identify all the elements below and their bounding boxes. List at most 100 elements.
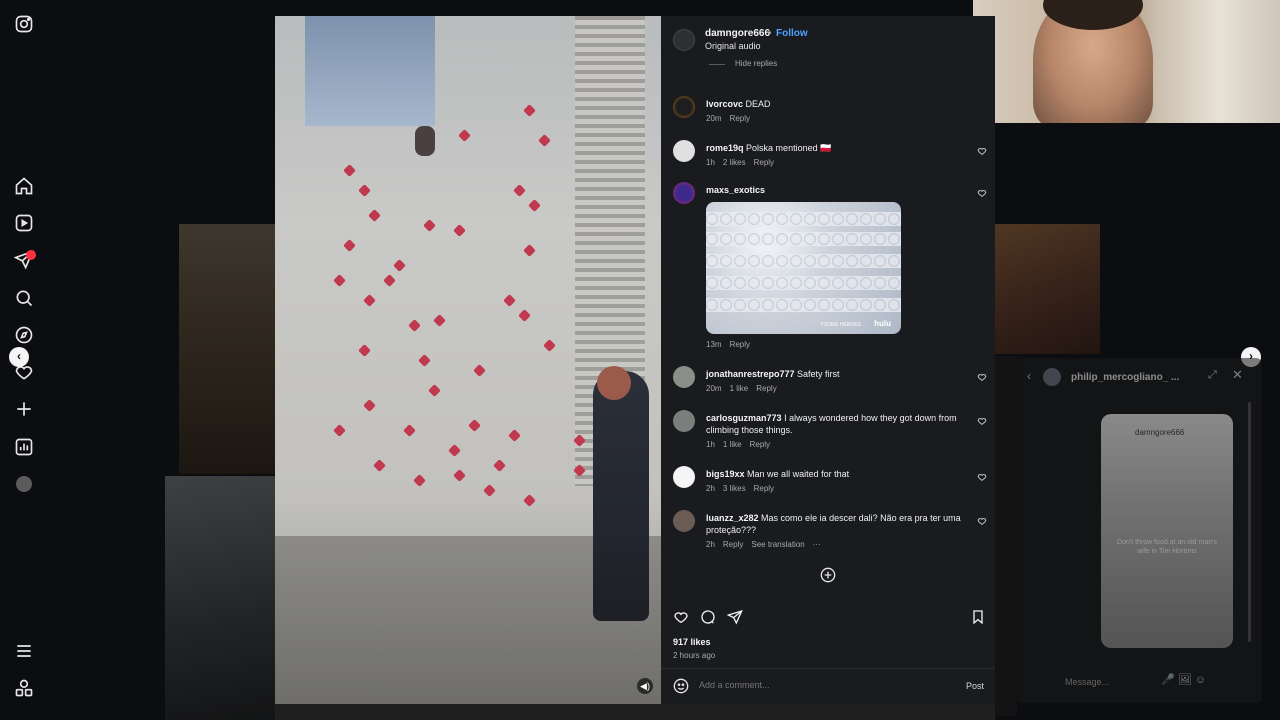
previous-post-button[interactable]: ‹ bbox=[9, 347, 29, 367]
reply-button[interactable]: Reply bbox=[750, 440, 770, 449]
back-chevron-icon[interactable]: ‹ bbox=[1027, 369, 1031, 383]
reply-button[interactable]: Reply bbox=[730, 114, 750, 123]
comment-avatar[interactable] bbox=[673, 366, 695, 388]
climbing-hold bbox=[363, 399, 376, 412]
comment-avatar[interactable] bbox=[673, 140, 695, 162]
video-scene-window bbox=[305, 16, 435, 126]
like-comment-heart-icon[interactable] bbox=[977, 146, 987, 156]
comment-time: 1h bbox=[706, 440, 715, 449]
climbing-hold bbox=[523, 104, 536, 117]
menu-icon[interactable] bbox=[14, 641, 34, 661]
likes-count[interactable]: 917 likes bbox=[673, 637, 711, 647]
dm-mini-window: ‹ philip_mercogliano_ ... ⤢ ✕ damngore66… bbox=[1017, 358, 1262, 703]
comment-likes: 1 like bbox=[729, 384, 749, 393]
add-comment-input[interactable] bbox=[699, 680, 939, 690]
profile-avatar[interactable] bbox=[16, 476, 32, 492]
emoji-icon[interactable] bbox=[673, 678, 689, 694]
comment-bubble-icon[interactable] bbox=[700, 609, 716, 625]
comment-text: bigs19xx Man we all waited for that bbox=[706, 468, 968, 480]
expand-icon[interactable]: ⤢ bbox=[1208, 369, 1217, 382]
close-icon[interactable]: ✕ bbox=[1232, 367, 1243, 383]
audio-label[interactable]: Original audio bbox=[705, 41, 761, 51]
climbing-hold bbox=[333, 424, 346, 437]
dm-scrollbar[interactable] bbox=[1248, 402, 1251, 642]
climbing-hold bbox=[383, 274, 396, 287]
author-avatar[interactable] bbox=[673, 29, 695, 51]
reel-video[interactable] bbox=[275, 16, 661, 704]
like-heart-icon[interactable] bbox=[673, 609, 689, 625]
dm-message-input[interactable]: Message... bbox=[1065, 677, 1109, 687]
comment-likes: 3 likes bbox=[722, 484, 746, 493]
comment-avatar[interactable] bbox=[673, 182, 695, 204]
see-translation-button[interactable]: See translation bbox=[751, 540, 804, 549]
like-comment-heart-icon[interactable] bbox=[977, 416, 987, 426]
climbing-hold bbox=[493, 459, 506, 472]
climbing-hold bbox=[538, 134, 551, 147]
comment-username: bigs19xx bbox=[706, 469, 745, 479]
reply-button[interactable]: Reply bbox=[754, 484, 774, 493]
comment-meta: 2h Reply See translation ··· bbox=[706, 540, 829, 549]
home-icon[interactable] bbox=[14, 176, 34, 196]
comment-body: Safety first bbox=[797, 369, 840, 379]
like-comment-heart-icon[interactable] bbox=[977, 472, 987, 482]
climbing-hold bbox=[468, 419, 481, 432]
reply-button[interactable]: Reply bbox=[723, 540, 743, 549]
also-from-meta-icon[interactable] bbox=[14, 678, 34, 698]
dm-username[interactable]: philip_mercogliano_ ... bbox=[1071, 372, 1179, 383]
background-reel-thumbnail bbox=[995, 356, 1017, 716]
follow-button[interactable]: Follow bbox=[776, 28, 808, 39]
search-icon[interactable] bbox=[14, 288, 34, 308]
comment-body: Man we all waited for that bbox=[747, 469, 850, 479]
more-options-button[interactable]: ··· bbox=[813, 540, 821, 549]
author-username[interactable]: damngore666 bbox=[705, 28, 770, 39]
comment-text: maxs_exotics bbox=[706, 184, 968, 196]
share-send-icon[interactable] bbox=[727, 609, 743, 625]
comment-avatar[interactable] bbox=[673, 96, 695, 118]
save-bookmark-icon[interactable] bbox=[970, 609, 986, 625]
comment-meta: 1h 2 likes Reply bbox=[706, 158, 782, 167]
load-more-comments-icon[interactable] bbox=[820, 567, 836, 583]
comment-meta: 1h 1 like Reply bbox=[706, 440, 778, 449]
reels-icon[interactable] bbox=[14, 213, 34, 233]
mute-icon[interactable]: ◀) bbox=[637, 678, 653, 694]
reply-button[interactable]: Reply bbox=[756, 384, 776, 393]
like-comment-heart-icon[interactable] bbox=[977, 372, 987, 382]
comment-time: 1h bbox=[706, 158, 715, 167]
explore-icon[interactable] bbox=[14, 325, 34, 345]
comment-avatar[interactable] bbox=[673, 410, 695, 432]
comment-avatar[interactable] bbox=[673, 466, 695, 488]
reply-button[interactable]: Reply bbox=[730, 340, 750, 349]
header-separator: • bbox=[768, 28, 772, 39]
create-icon[interactable] bbox=[14, 399, 34, 419]
dm-shared-reel-author: damngore666 bbox=[1135, 428, 1185, 437]
comment-likes: 2 likes bbox=[722, 158, 746, 167]
video-scene-climber bbox=[415, 126, 435, 156]
dashboard-icon[interactable] bbox=[14, 437, 34, 457]
comment-box-divider bbox=[661, 668, 995, 669]
post-comment-button[interactable]: Post bbox=[966, 681, 984, 691]
comment-meta: 2h 3 likes Reply bbox=[706, 484, 782, 493]
comment-username: lvorcovc bbox=[706, 99, 744, 109]
climbing-hold bbox=[373, 459, 386, 472]
dm-input-icons[interactable]: 🎤 🖼 ☺ bbox=[1161, 673, 1206, 686]
comment-avatar[interactable] bbox=[673, 510, 695, 532]
climbing-hold bbox=[358, 344, 371, 357]
climbing-hold bbox=[453, 469, 466, 482]
reply-button[interactable]: Reply bbox=[754, 158, 774, 167]
comment-text: carlosguzman773 I always wondered how th… bbox=[706, 412, 968, 436]
like-comment-heart-icon[interactable] bbox=[977, 188, 987, 198]
climbing-hold bbox=[343, 164, 356, 177]
video-scene-person-head bbox=[597, 366, 631, 400]
dm-avatar[interactable] bbox=[1043, 368, 1061, 386]
comment-time: 13m bbox=[706, 340, 722, 349]
hide-replies-button[interactable]: Hide replies bbox=[735, 59, 777, 68]
comment-text: rome19q Polska mentioned 🇵🇱 bbox=[706, 142, 968, 154]
comment-meta: 20m Reply bbox=[706, 114, 758, 123]
comment-gif-image[interactable]: YOUNG HEROES hulu bbox=[706, 202, 901, 334]
gif-watermark: YOUNG HEROES bbox=[820, 322, 861, 328]
instagram-logo-icon[interactable] bbox=[14, 14, 34, 34]
like-comment-heart-icon[interactable] bbox=[977, 516, 987, 526]
background-reel-thumbnail bbox=[165, 476, 280, 720]
video-scene-person bbox=[593, 371, 649, 621]
dm-shared-reel[interactable]: damngore666 Don't throw food at an old m… bbox=[1101, 414, 1233, 648]
